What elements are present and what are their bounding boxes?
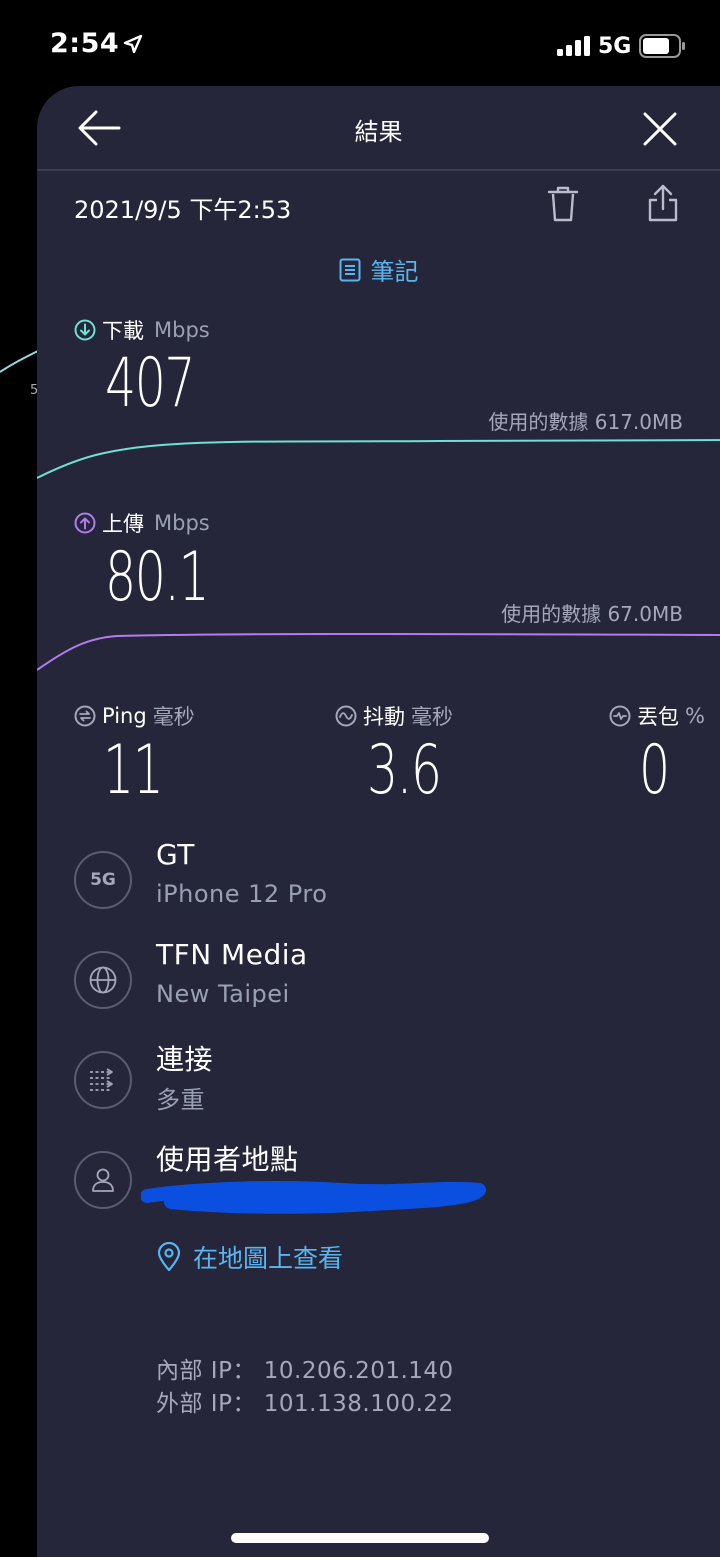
loss-value: 0 [639,731,670,810]
notes-icon [339,258,360,281]
connection-label: 連接 [156,1043,214,1076]
jitter-icon [335,705,357,727]
download-label-row: 下載 Mbps [74,315,210,345]
ping-value: 11 [103,731,164,810]
internal-ip: 內部 IP： 10.206.201.140 [156,1358,454,1384]
carrier-badge: 5G [74,851,132,909]
jitter-value: 3.6 [367,731,442,810]
ping-unit: 毫秒 [152,705,195,729]
page-title: 結果 [354,118,403,146]
globe-icon [74,951,132,1009]
network-type: 5G [598,34,632,59]
notes-label: 筆記 [370,258,419,286]
upload-unit: Mbps [154,511,210,535]
download-arrow-icon [74,319,96,341]
status-time: 2:54 [50,28,120,59]
jitter-unit: 毫秒 [411,705,453,729]
upload-label-row: 上傳 Mbps [74,508,210,538]
notes-button[interactable]: 筆記 [37,252,720,287]
carrier-name: GT [156,838,195,871]
carrier-badge-text: 5G [90,870,116,890]
background-graph-peek [0,349,40,373]
map-pin-icon [157,1242,181,1272]
download-unit: Mbps [154,318,210,342]
device-name: iPhone 12 Pro [156,880,328,908]
packet-loss-icon [609,705,631,727]
jitter-label-row: 抖動 毫秒 [335,701,453,731]
view-on-map-link[interactable]: 在地圖上查看 [157,1239,343,1275]
signal-bars-icon [557,36,590,56]
loss-label: 丟包 [637,705,679,729]
user-icon [74,1151,132,1209]
download-graph [37,439,720,479]
carrier-row: 5G GT iPhone 12 Pro [74,838,694,926]
upload-graph [37,633,720,671]
ping-label: Ping [102,704,147,728]
close-icon[interactable] [641,110,679,148]
user-location-label: 使用者地點 [156,1143,299,1176]
ping-icon [74,705,96,727]
download-value: 407 [105,344,196,423]
trash-icon[interactable] [547,185,579,223]
result-sheet: 結果 2021/9/5 下午2:53 筆記 下載 Mbps 407 使用的數據 … [37,86,720,1557]
loss-unit: % [685,704,705,728]
battery-icon [639,34,685,58]
connection-row: 連接 多重 [74,1043,694,1126]
server-location: New Taipei [156,980,290,1008]
server-row[interactable]: TFN Media New Taipei [74,938,694,1026]
home-indicator[interactable] [231,1533,489,1543]
status-bar: 2:54 5G [0,0,720,90]
loss-label-row: 丟包 % [609,701,705,731]
upload-arrow-icon [74,512,96,534]
result-date: 2021/9/5 下午2:53 [74,196,292,224]
download-label: 下載 [102,319,144,343]
connection-value: 多重 [156,1086,205,1114]
multi-connection-icon [74,1051,132,1109]
server-name: TFN Media [156,938,308,971]
redaction-scribble [141,1181,486,1214]
location-arrow-icon [123,34,143,54]
upload-label: 上傳 [102,512,144,536]
ping-label-row: Ping 毫秒 [74,701,195,731]
external-ip: 外部 IP： 101.138.100.22 [156,1391,454,1417]
share-icon[interactable] [647,183,679,223]
nav-divider [37,169,720,171]
jitter-label: 抖動 [363,705,405,729]
upload-value: 80.1 [105,538,210,617]
view-on-map-label: 在地圖上查看 [193,1244,344,1273]
